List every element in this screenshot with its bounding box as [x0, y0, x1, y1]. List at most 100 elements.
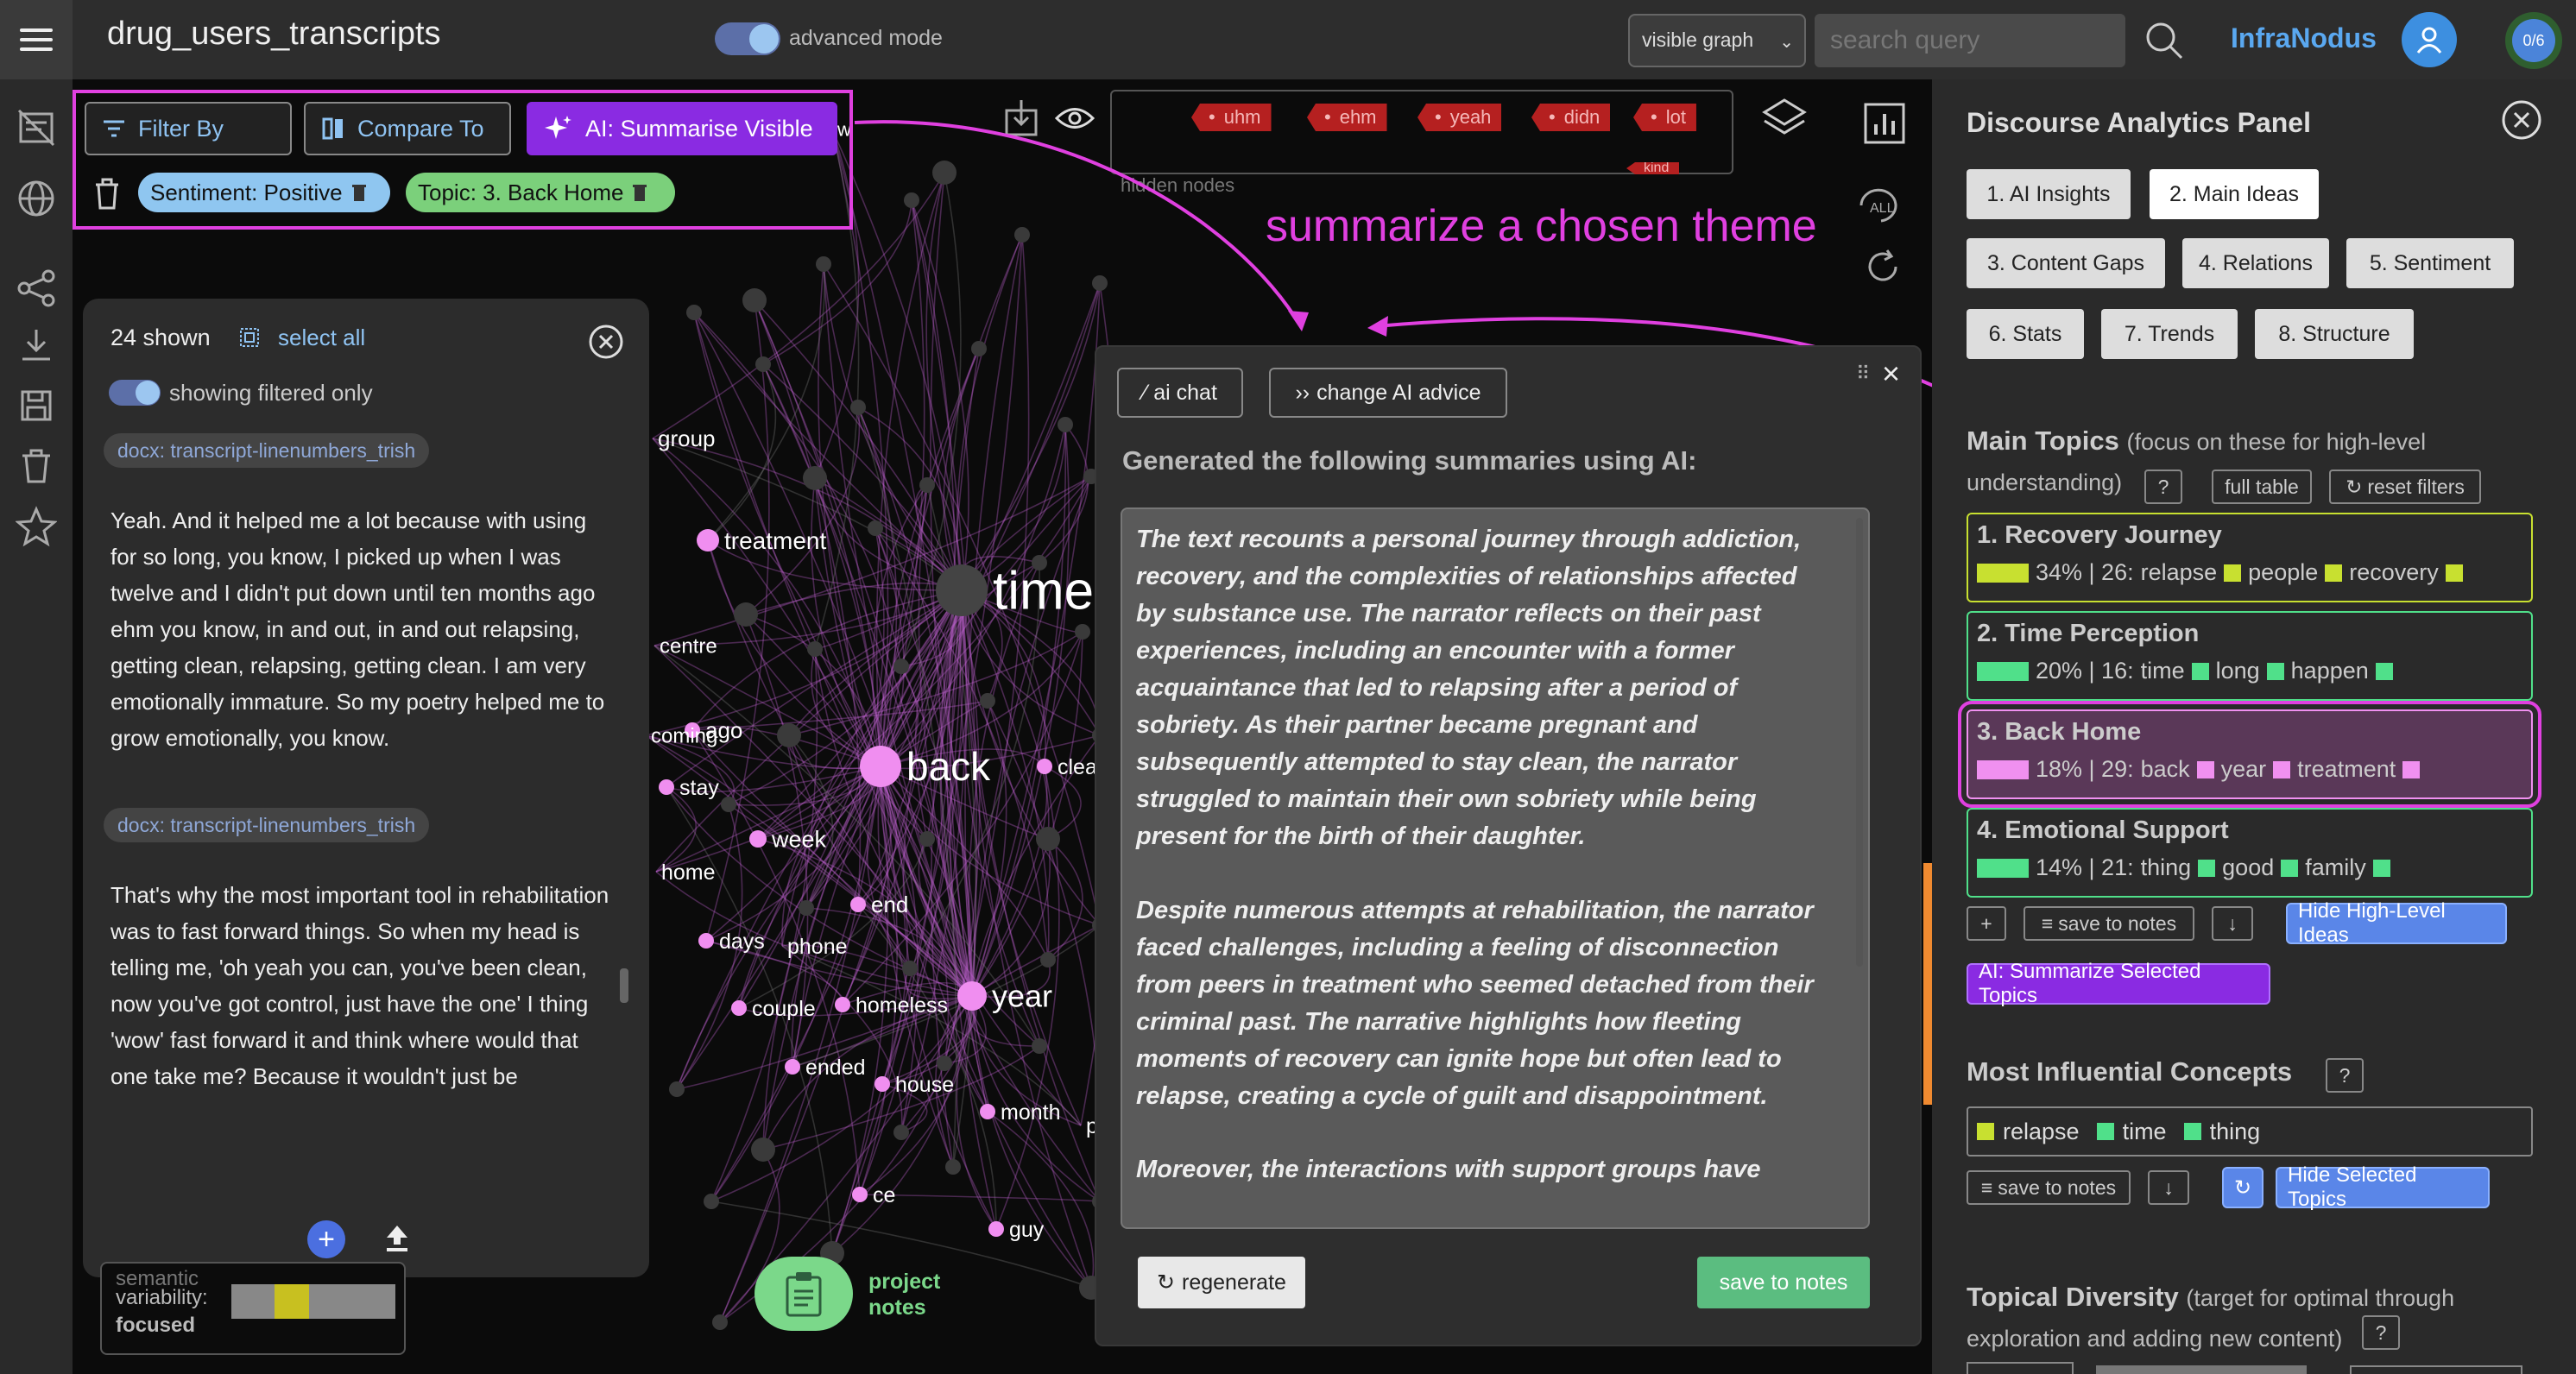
close-modal-icon[interactable]: ×	[1882, 356, 1900, 392]
change-ai-advice-button[interactable]: ›› change AI advice	[1269, 368, 1507, 418]
topic-filter-chip[interactable]: Topic: 3. Back Home	[406, 173, 675, 212]
bar-chart-icon[interactable]	[1863, 102, 1906, 145]
graph-node-label[interactable]: home	[661, 860, 716, 885]
topical-diversity-help-button[interactable]: ?	[2362, 1315, 2400, 1350]
graph-node-label[interactable]: time	[993, 562, 1094, 621]
graph-node-clea[interactable]	[1037, 759, 1052, 774]
graph-node[interactable]	[1075, 624, 1090, 640]
graph-node[interactable]	[1036, 827, 1060, 851]
save-concepts-to-notes-button[interactable]: ≡ save to notes	[1967, 1170, 2131, 1205]
graph-node[interactable]	[945, 1159, 961, 1175]
save-topics-to-notes-button[interactable]: ≡ save to notes	[2024, 906, 2194, 941]
tab-sentiment[interactable]: 5. Sentiment	[2346, 238, 2514, 288]
hidden-node-tag[interactable]: • yeah	[1417, 104, 1502, 131]
search-icon[interactable]	[2144, 21, 2184, 65]
progress-counter[interactable]: 0/6	[2505, 12, 2562, 69]
concept-item[interactable]: time	[2123, 1119, 2167, 1145]
graph-node[interactable]	[704, 1194, 719, 1209]
document-tag[interactable]: docx: transcript-linenumbers_trish	[104, 433, 430, 468]
graph-node[interactable]	[734, 602, 758, 627]
compare-to-button[interactable]: Compare To	[304, 102, 511, 155]
ai-summarise-visible-button[interactable]: AI: Summarise Visible	[527, 102, 837, 155]
graph-node[interactable]	[893, 659, 909, 674]
globe-icon[interactable]	[16, 178, 57, 219]
drag-handle-icon[interactable]: ⠿	[1856, 362, 1870, 385]
graph-node-month[interactable]	[980, 1104, 995, 1119]
graph-node[interactable]	[971, 341, 987, 356]
graph-view-select[interactable]: visible graph ⌄	[1628, 14, 1806, 67]
graph-node-label[interactable]: week	[771, 826, 827, 852]
graph-node-label[interactable]: couple	[752, 997, 816, 1021]
project-notes-button[interactable]	[754, 1257, 853, 1331]
hidden-node-tag[interactable]: • didn	[1531, 104, 1611, 131]
influential-help-button[interactable]: ?	[2326, 1058, 2364, 1093]
tab-structure[interactable]: 8. Structure	[2255, 309, 2414, 359]
refresh-concepts-icon[interactable]: ↻	[2222, 1167, 2263, 1208]
graph-node-label[interactable]: month	[1001, 1100, 1060, 1125]
filtered-only-toggle[interactable]	[109, 380, 161, 406]
graph-node[interactable]	[1014, 227, 1030, 243]
graph-node-label[interactable]: treatment	[724, 527, 826, 554]
save-to-notes-button[interactable]: save to notes	[1697, 1257, 1870, 1308]
select-all-link[interactable]: select all	[278, 325, 365, 351]
diversity-button[interactable]	[2350, 1365, 2522, 1374]
graph-node-label[interactable]: ended	[805, 1056, 866, 1080]
graph-node[interactable]	[919, 831, 935, 847]
graph-node-label[interactable]: year	[992, 979, 1052, 1014]
download-topics-button[interactable]: ↓	[2212, 906, 2253, 941]
graph-node[interactable]	[1058, 417, 1073, 432]
document-tag[interactable]: docx: transcript-linenumbers_trish	[104, 808, 430, 842]
text-off-icon[interactable]	[16, 107, 57, 148]
reset-filters-button[interactable]: ↻ reset filters	[2329, 470, 2481, 504]
add-note-button[interactable]: +	[307, 1220, 345, 1258]
graph-node[interactable]	[751, 1138, 775, 1162]
tab-ai-insights[interactable]: 1. AI Insights	[1967, 169, 2131, 219]
project-notes-label[interactable]: project notes	[868, 1269, 940, 1320]
graph-node[interactable]	[777, 723, 801, 747]
graph-node[interactable]	[902, 961, 918, 976]
summary-scrollbar[interactable]	[1856, 518, 1863, 967]
download-concepts-button[interactable]: ↓	[2148, 1170, 2189, 1205]
graph-node[interactable]	[721, 797, 736, 812]
graph-node[interactable]	[669, 1081, 685, 1097]
topic-card-back-home[interactable]: 3. Back Home 18% | 29: back year treatment	[1958, 701, 2541, 808]
concept-item[interactable]: relapse	[2003, 1119, 2080, 1145]
remove-chip-icon[interactable]	[632, 183, 647, 202]
advanced-mode-toggle[interactable]	[715, 22, 780, 55]
graph-node-label[interactable]: ce	[873, 1183, 895, 1207]
graph-node[interactable]	[755, 356, 771, 372]
hide-selected-topics-button[interactable]: Hide Selected Topics	[2276, 1163, 2490, 1211]
graph-node-homeless[interactable]	[835, 997, 850, 1012]
hidden-node-tag[interactable]: • ehm	[1307, 104, 1387, 131]
graph-node[interactable]	[850, 400, 866, 415]
graph-node-time[interactable]	[936, 564, 988, 616]
graph-node-label[interactable]: phone	[787, 935, 848, 959]
hamburger-menu-icon[interactable]	[0, 0, 73, 79]
hidden-node-tag[interactable]: • lot	[1633, 104, 1696, 131]
hidden-node-tag[interactable]: kind	[1626, 162, 1680, 174]
graph-node-label[interactable]: house	[895, 1073, 954, 1097]
graph-node-days[interactable]	[698, 933, 714, 949]
graph-node[interactable]	[1040, 952, 1056, 967]
graph-node[interactable]	[937, 1056, 952, 1071]
graph-node-year[interactable]	[957, 981, 987, 1011]
graph-node[interactable]	[807, 641, 823, 657]
graph-node-label[interactable]: coming	[651, 724, 717, 747]
full-table-button[interactable]: full table	[2212, 470, 2312, 504]
graph-node-ce[interactable]	[852, 1187, 868, 1202]
remove-chip-icon[interactable]	[351, 183, 367, 202]
ai-summarize-selected-topics-button[interactable]: AI: Summarize Selected Topics	[1967, 960, 2270, 1007]
download-graph-icon[interactable]	[1003, 98, 1039, 138]
graph-node[interactable]	[1032, 1038, 1047, 1054]
tab-main-ideas[interactable]: 2. Main Ideas	[2150, 169, 2319, 219]
hidden-nodes-box[interactable]: • uhm • ehm • yeah • didn • lot kind	[1110, 90, 1733, 174]
graph-node[interactable]	[742, 288, 767, 312]
concept-item[interactable]: thing	[2210, 1119, 2261, 1145]
graph-node-couple[interactable]	[731, 1000, 747, 1016]
graph-node[interactable]	[919, 477, 935, 493]
graph-node-label[interactable]: end	[871, 892, 908, 917]
brand-logo[interactable]: InfraNodus	[2231, 22, 2377, 54]
hidden-node-tag[interactable]: • uhm	[1191, 104, 1272, 131]
star-icon[interactable]	[16, 506, 57, 547]
ai-chat-button[interactable]: ⁄ ai chat	[1117, 368, 1243, 418]
